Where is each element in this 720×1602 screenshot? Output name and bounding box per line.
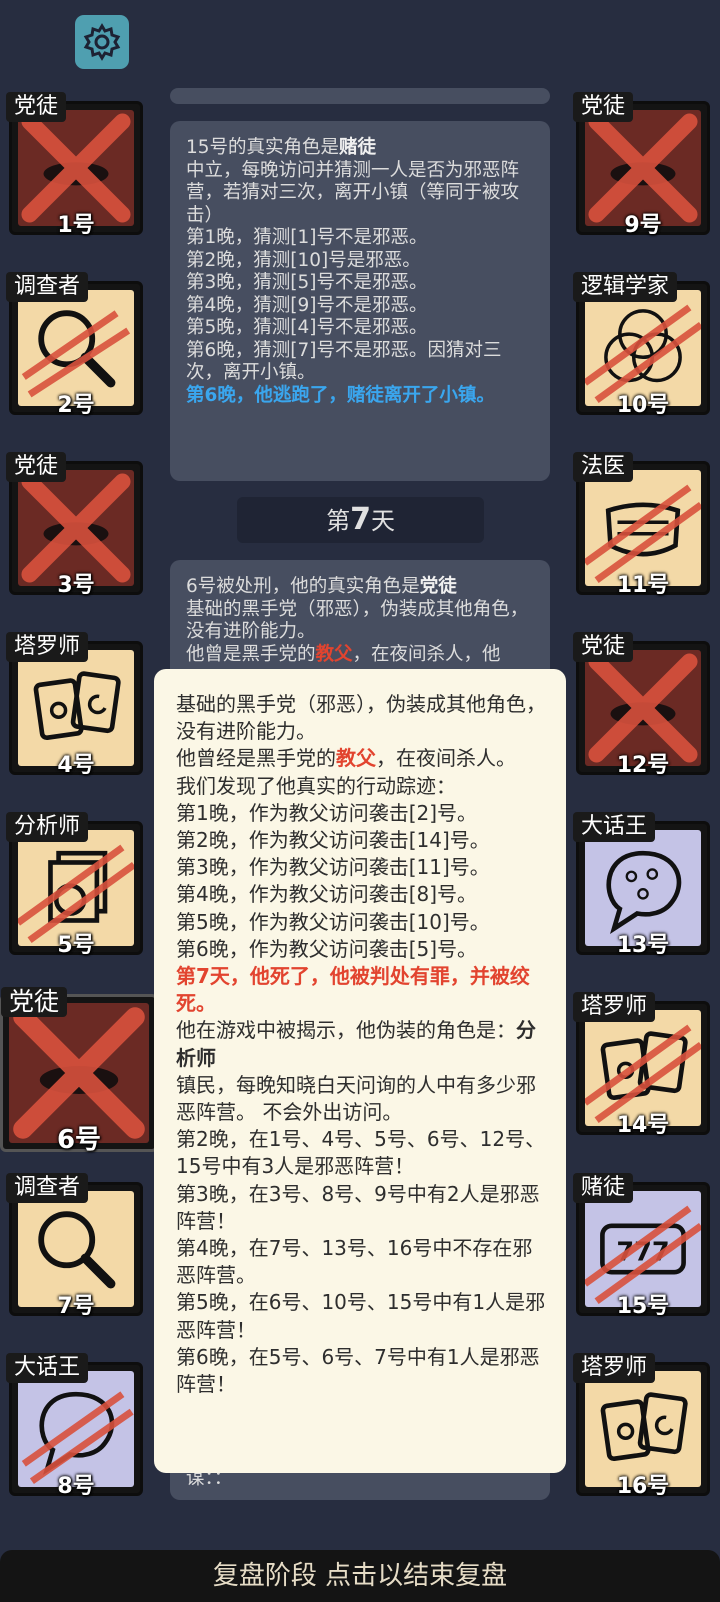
player-card-4[interactable]: 塔罗师 4号 — [6, 632, 143, 778]
role-description: 镇民，每晚知晓白天问询的人中有多少邪恶阵营。 不会外出访问。 — [176, 1072, 536, 1125]
player-number: 4号 — [57, 753, 95, 778]
day-number: 7 — [350, 502, 371, 537]
role-label: 党徒 — [573, 92, 634, 122]
result-night-2: 第2晚，在1号、4号、5号、6号、12号、15号中有3人是邪恶阵营！ — [176, 1127, 546, 1179]
action-night-3: 第3晚，作为教父访问袭击[11]号。 — [176, 855, 490, 880]
end-review-button[interactable]: 复盘阶段 点击以结束复盘 — [0, 1550, 720, 1602]
player-number: 14号 — [616, 1113, 670, 1138]
log-text: 中立，每晚访问并猜测一人是否为邪恶阵营，若猜对三次，离开小镇（等同于被攻击） — [186, 159, 520, 226]
player-card-14[interactable]: 塔罗师 14号 — [573, 992, 710, 1138]
player-card-13[interactable]: 大话王 13号 — [573, 812, 710, 958]
role-label: 党徒 — [1, 987, 68, 1017]
player-number: 5号 — [57, 933, 95, 958]
role-label: 塔罗师 — [573, 1353, 656, 1383]
player-number: 6号 — [56, 1125, 102, 1155]
death-notice: 第7天，他死了，他被判处有罪，并被绞死。 — [176, 964, 530, 1016]
role-label: 党徒 — [573, 632, 634, 662]
log-night-6: 第6晚，猜测[7]号不是邪恶。因猜对三次，离开小镇。 — [186, 339, 502, 384]
role-label: 党徒 — [6, 92, 67, 122]
role-label: 党徒 — [6, 452, 67, 482]
player-number: 11号 — [616, 573, 670, 598]
role-name: 教父 — [315, 643, 353, 665]
player-card-12[interactable]: 党徒 12号 — [573, 632, 710, 778]
log-text: ，在夜间杀人，他 — [352, 643, 501, 665]
role-label: 逻辑学家 — [573, 272, 678, 302]
role-label: 大话王 — [6, 1353, 89, 1383]
action-night-2: 第2晚，作为教父访问袭击[14]号。 — [176, 828, 490, 853]
player-number: 7号 — [57, 1294, 95, 1319]
popup-text: 他曾经是黑手党的 — [176, 746, 336, 771]
result-night-6: 第6晚，在5号、6号、7号中有1人是邪恶阵营！ — [176, 1344, 540, 1397]
result-night-3: 第3晚，在3号、8号、9号中有2人是邪恶阵营！ — [176, 1181, 540, 1233]
role-label: 法医 — [573, 452, 634, 482]
action-night-1: 第1晚，作为教父访问袭击[2]号。 — [176, 800, 478, 825]
player-card-6[interactable]: 党徒 6号 — [0, 987, 158, 1155]
day-divider: 第7天 — [237, 497, 484, 543]
player-card-15[interactable]: 777 赌徒 15号 — [573, 1173, 710, 1319]
role-detail-popup[interactable]: 基础的黑手党（邪恶），伪装成其他角色，没有进阶能力。 他曾经是黑手党的教父，在夜… — [154, 669, 566, 1473]
player-card-9[interactable]: 党徒 9号 — [573, 92, 710, 238]
log-night-4: 第4晚，猜测[9]号不是邪恶。 — [186, 294, 428, 316]
role-label: 调查者 — [6, 272, 89, 302]
log-result: 第6晚，他逃跑了，赌徒离开了小镇。 — [186, 384, 495, 406]
player-number: 8号 — [57, 1474, 95, 1499]
role-label: 大话王 — [573, 812, 656, 842]
log-entry-gambler: 15号的真实角色是赌徒 中立，每晚访问并猜测一人是否为邪恶阵营，若猜对三次，离开… — [170, 121, 550, 481]
player-card-10[interactable]: 逻辑学家 10号 — [573, 272, 710, 418]
player-number: 12号 — [616, 753, 670, 778]
result-night-4: 第4晚，在7号、13号、16号中不存在邪恶阵营。 — [176, 1236, 533, 1288]
day-prefix: 第 — [326, 507, 351, 535]
player-card-1[interactable]: 党徒 1号 — [6, 92, 143, 238]
role-label: 塔罗师 — [6, 632, 89, 662]
settings-button[interactable] — [75, 15, 129, 69]
role-label: 塔罗师 — [573, 992, 656, 1022]
log-night-1: 第1晚，猜测[1]号不是邪恶。 — [186, 227, 428, 248]
player-card-7[interactable]: 调查者 7号 — [6, 1173, 143, 1319]
player-card-16[interactable]: 塔罗师 16号 — [573, 1353, 710, 1499]
popup-text: 我们发现了他真实的行动踪迹： — [176, 773, 456, 798]
role-name: 教父 — [336, 746, 376, 771]
log-text: 6号被处刑，他的真实角色是 — [186, 576, 420, 597]
action-night-4: 第4晚，作为教父访问袭击[8]号。 — [176, 882, 478, 907]
popup-text: 他在游戏中被揭示，他伪装的角色是： — [176, 1018, 516, 1043]
player-number: 3号 — [57, 573, 95, 598]
action-night-6: 第6晚，作为教父访问袭击[5]号。 — [176, 936, 478, 961]
player-number: 10号 — [616, 393, 670, 418]
log-night-3: 第3晚，猜测[5]号不是邪恶。 — [186, 272, 428, 293]
role-label: 赌徒 — [573, 1173, 634, 1203]
popup-text: ，在夜间杀人。 — [376, 746, 516, 771]
role-label: 调查者 — [6, 1173, 89, 1203]
result-night-5: 第5晚，在6号、10号、15号中有1人是邪恶阵营！ — [176, 1290, 546, 1342]
log-entry-top-remnant — [170, 88, 550, 104]
player-card-8[interactable]: 大话王 8号 — [6, 1353, 143, 1499]
player-number: 16号 — [616, 1474, 670, 1499]
player-number: 13号 — [616, 933, 670, 958]
action-night-5: 第5晚，作为教父访问袭击[10]号。 — [176, 909, 490, 934]
log-night-5: 第5晚，猜测[4]号不是邪恶。 — [186, 317, 428, 338]
player-card-2[interactable]: 调查者 2号 — [6, 272, 143, 418]
popup-text: 基础的黑手党（邪恶），伪装成其他角色，没有进阶能力。 — [176, 692, 546, 744]
day-suffix: 天 — [370, 507, 395, 535]
gear-icon — [83, 23, 121, 61]
player-card-5[interactable]: 分析师 5号 — [6, 812, 143, 958]
role-label: 分析师 — [6, 812, 89, 842]
log-text: 基础的黑手党（邪恶），伪装成其他角色，没有进阶能力。 — [186, 598, 529, 643]
player-number: 9号 — [624, 213, 662, 238]
player-number: 1号 — [57, 213, 95, 238]
player-card-3[interactable]: 党徒 3号 — [6, 452, 143, 598]
log-night-2: 第2晚，猜测[10]号是邪恶。 — [186, 249, 421, 271]
player-card-11[interactable]: 法医 11号 — [573, 452, 710, 598]
log-text: 他曾是黑手党的 — [186, 643, 316, 665]
log-text: 15号的真实角色是 — [186, 137, 340, 158]
role-name: 赌徒 — [339, 137, 377, 158]
player-number: 15号 — [616, 1294, 670, 1319]
role-name: 党徒 — [419, 576, 457, 597]
player-number: 2号 — [57, 393, 95, 418]
